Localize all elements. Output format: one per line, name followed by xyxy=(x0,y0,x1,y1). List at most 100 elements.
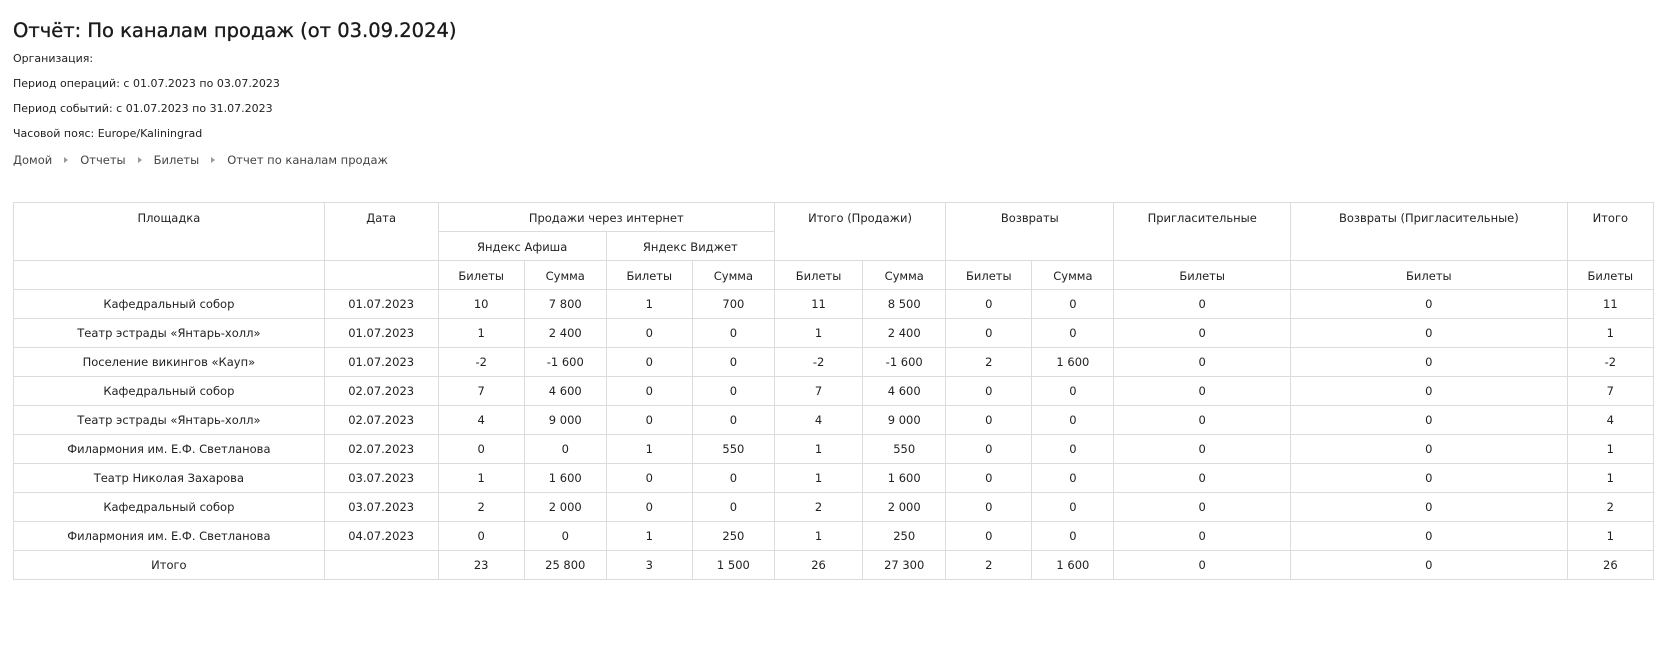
table-cell: 4 xyxy=(773,405,864,435)
subheader-sum: Сумма xyxy=(523,260,607,290)
table-cell: 10 xyxy=(437,289,525,319)
breadcrumb-current: Отчет по каналам продаж xyxy=(227,153,388,167)
table-row: Филармония им. Е.Ф. Светланова 04.07.2023… xyxy=(13,521,1655,551)
table-cell: 2 xyxy=(437,492,525,522)
table-cell: 0 xyxy=(1113,434,1291,464)
table-cell: 1 xyxy=(1566,463,1655,493)
table-cell: 0 xyxy=(1290,347,1568,377)
table-cell: 0 xyxy=(945,463,1033,493)
table-cell: 0 xyxy=(1290,550,1568,580)
table-cell: 26 xyxy=(773,550,864,580)
table-cell: 1 600 xyxy=(862,463,947,493)
table-cell: 0 xyxy=(691,318,775,348)
header-date: Дата xyxy=(323,202,439,261)
breadcrumb-tickets-link[interactable]: Билеты xyxy=(154,153,200,167)
table-cell: Театр эстрады «Янтарь-холл» xyxy=(13,318,325,348)
table-cell: 1 xyxy=(605,521,693,551)
table-cell: -2 xyxy=(1566,347,1655,377)
table-cell: 11 xyxy=(1566,289,1655,319)
table-cell: Театр Николая Захарова xyxy=(13,463,325,493)
table-cell: 02.07.2023 xyxy=(323,434,439,464)
subheader-tickets: Билеты xyxy=(605,260,693,290)
table-cell: 0 xyxy=(605,463,693,493)
table-cell: 23 xyxy=(437,550,525,580)
table-cell: 1 xyxy=(437,318,525,348)
breadcrumb-reports-link[interactable]: Отчеты xyxy=(80,153,125,167)
table-cell: 0 xyxy=(1113,492,1291,522)
table-cell: 2 400 xyxy=(862,318,947,348)
header-invitation-returns: Возвраты (Пригласительные) xyxy=(1290,202,1568,261)
chevron-right-icon xyxy=(137,157,142,163)
header-date-cont xyxy=(323,260,439,290)
table-cell: 9 000 xyxy=(523,405,607,435)
operations-period-line: Период операций: с 01.07.2023 по 03.07.2… xyxy=(13,77,280,90)
table-cell: 700 xyxy=(691,289,775,319)
table-cell: 7 xyxy=(773,376,864,406)
table-cell: 0 xyxy=(1290,521,1568,551)
table-cell: 0 xyxy=(1031,434,1115,464)
table-cell: 01.07.2023 xyxy=(323,347,439,377)
table-cell: 0 xyxy=(1113,347,1291,377)
table-cell: 1 xyxy=(605,289,693,319)
table-cell: 25 800 xyxy=(523,550,607,580)
table-cell: Поселение викингов «Кауп» xyxy=(13,347,325,377)
subheader-tickets: Билеты xyxy=(945,260,1033,290)
table-totals-row: Итого 23 25 800 3 1 500 26 27 300 2 1 600 0 0 26 xyxy=(13,550,1655,580)
table-body: Кафедральный собор 01.07.2023 10 7 800 1 700 1… xyxy=(13,289,1655,580)
table-cell: 1 xyxy=(773,521,864,551)
breadcrumb-home-link[interactable]: Домой xyxy=(13,153,52,167)
table-cell: 0 xyxy=(1290,463,1568,493)
table-cell: 0 xyxy=(1113,405,1291,435)
table-cell: 11 xyxy=(773,289,864,319)
table-row: Театр эстрады «Янтарь-холл» 01.07.2023 1 2 … xyxy=(13,318,1655,348)
subheader-tickets: Билеты xyxy=(1290,260,1568,290)
header-venue: Площадка xyxy=(13,202,325,261)
table-cell: Филармония им. Е.Ф. Светланова xyxy=(13,434,325,464)
table-cell: -1 600 xyxy=(862,347,947,377)
table-cell: 0 xyxy=(1113,521,1291,551)
header-internet-sales: Продажи через интернет xyxy=(437,202,775,232)
table-row: Филармония им. Е.Ф. Светланова 02.07.2023… xyxy=(13,434,1655,464)
table-cell: 550 xyxy=(691,434,775,464)
table-cell: 0 xyxy=(523,434,607,464)
table-cell: 0 xyxy=(1031,376,1115,406)
table-cell: Итого xyxy=(13,550,325,580)
table-cell: 01.07.2023 xyxy=(323,318,439,348)
table-cell: 0 xyxy=(945,289,1033,319)
table-cell: 0 xyxy=(691,492,775,522)
table-cell: 0 xyxy=(1290,318,1568,348)
table-cell: 26 xyxy=(1566,550,1655,580)
table-cell: 9 000 xyxy=(862,405,947,435)
table-cell: 1 xyxy=(1566,318,1655,348)
subheader-tickets: Билеты xyxy=(437,260,525,290)
table-cell: 1 500 xyxy=(691,550,775,580)
table-cell: 0 xyxy=(1113,289,1291,319)
table-row: Поселение викингов «Кауп» 01.07.2023 -2 -1 … xyxy=(13,347,1655,377)
header-venue-cont xyxy=(13,260,325,290)
table-cell: 0 xyxy=(1113,463,1291,493)
table-row: Театр Николая Захарова 03.07.2023 1 1 600 0 0… xyxy=(13,463,1655,493)
table-cell: 0 xyxy=(605,492,693,522)
header-total: Итого xyxy=(1566,202,1655,261)
table-cell: 0 xyxy=(437,434,525,464)
timezone-line: Часовой пояс: Europe/Kaliningrad xyxy=(13,127,203,140)
table-cell: 0 xyxy=(945,405,1033,435)
report-page: Отчёт: По каналам продаж (от 03.09.2024)… xyxy=(0,0,1663,580)
table-cell: 0 xyxy=(1113,376,1291,406)
table-cell: 0 xyxy=(437,521,525,551)
table-row: Кафедральный собор 03.07.2023 2 2 000 0 0 2 2 0… xyxy=(13,492,1655,522)
table-cell: 0 xyxy=(605,405,693,435)
table-cell: 0 xyxy=(691,463,775,493)
table-cell: Театр эстрады «Янтарь-холл» xyxy=(13,405,325,435)
table-cell: 0 xyxy=(945,492,1033,522)
page-title: Отчёт: По каналам продаж (от 03.09.2024) xyxy=(13,19,457,42)
table-cell: 250 xyxy=(862,521,947,551)
table-cell: 2 xyxy=(773,492,864,522)
table-cell: 27 300 xyxy=(862,550,947,580)
table-cell: 01.07.2023 xyxy=(323,289,439,319)
header-yandex-afisha: Яндекс Афиша xyxy=(437,231,607,261)
table-cell: 2 400 xyxy=(523,318,607,348)
subheader-sum: Сумма xyxy=(1031,260,1115,290)
table-cell: 0 xyxy=(1031,521,1115,551)
header-yandex-widget: Яндекс Виджет xyxy=(605,231,775,261)
